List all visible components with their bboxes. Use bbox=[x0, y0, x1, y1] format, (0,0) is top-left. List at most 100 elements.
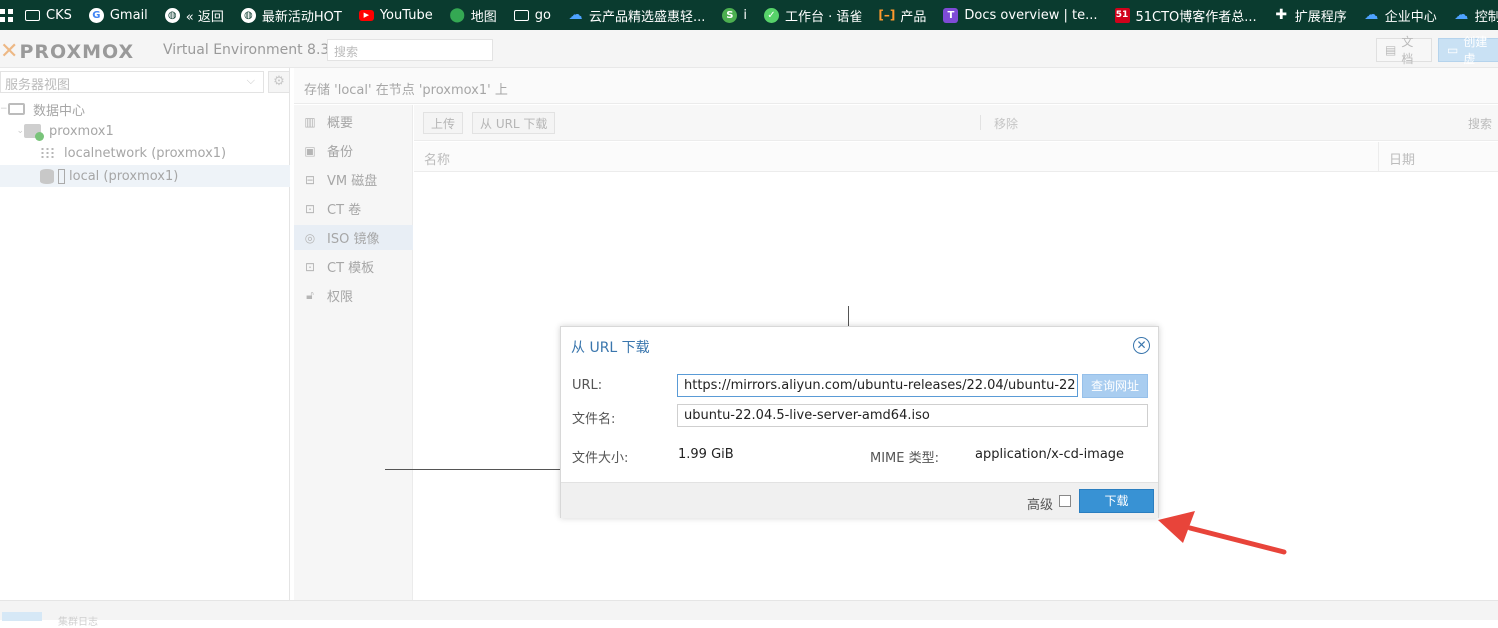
bookmark-go[interactable]: go bbox=[513, 8, 551, 23]
s-icon: S bbox=[722, 7, 738, 23]
bookmark-i[interactable]: Si bbox=[722, 7, 747, 23]
bookmark-label: Docs overview | te... bbox=[964, 7, 1098, 23]
advanced-label: 高级 bbox=[1027, 498, 1054, 513]
download-button[interactable]: 下载 bbox=[1079, 489, 1154, 513]
nav-label: ISO 镜像 bbox=[327, 232, 380, 247]
nav-vm-disks[interactable]: ⊟ VM 磁盘 bbox=[294, 167, 413, 192]
nav-ct-volumes[interactable]: ⊡ CT 卷 bbox=[294, 196, 413, 221]
nav-label: 备份 bbox=[327, 145, 354, 160]
file-size-label: 文件大小: bbox=[572, 451, 629, 466]
version-text: Virtual Environment 8.3.0 bbox=[163, 42, 343, 58]
bookmark-gmail[interactable]: G Gmail bbox=[88, 7, 148, 23]
mime-type-value: application/x-cd-image bbox=[975, 447, 1125, 462]
advanced-checkbox[interactable] bbox=[1059, 495, 1071, 507]
gear-icon[interactable]: ⚙ bbox=[268, 71, 290, 93]
bookmark-yuque[interactable]: ✓ 工作台 · 语雀 bbox=[763, 6, 862, 25]
bookmark-cloud-deals[interactable]: ☁ 云产品精选盛惠轻... bbox=[568, 6, 705, 25]
globe-icon: ◍ bbox=[240, 7, 256, 23]
server-online-icon bbox=[24, 124, 44, 141]
hdd-icon: ⊟ bbox=[304, 172, 316, 187]
bookmark-label: i bbox=[743, 7, 747, 23]
bookmark-hot[interactable]: ◍ 最新活动HOT bbox=[240, 6, 342, 25]
dialog-title: 从 URL 下载 bbox=[571, 340, 650, 356]
filename-field[interactable]: ubuntu-22.04.5-live-server-amd64.iso bbox=[677, 404, 1148, 427]
view-select[interactable]: 服务器视图 ⌵ bbox=[0, 71, 264, 93]
toolbar-divider bbox=[980, 115, 981, 130]
nav-ct-templates[interactable]: ⊡ CT 模板 bbox=[294, 254, 413, 279]
task-log-bar: 集群日志 bbox=[0, 600, 1498, 628]
bookmark-label: 51CTO博客作者总... bbox=[1135, 9, 1257, 25]
nav-permissions[interactable]: 🔓︎ 权限 bbox=[294, 283, 413, 308]
globe-icon: ◍ bbox=[164, 7, 180, 23]
extension-icon: ✚ bbox=[1275, 7, 1288, 23]
bookmark-label: YouTube bbox=[379, 7, 433, 23]
datacenter-icon bbox=[8, 103, 25, 115]
resource-tree: 服务器视图 ⌵ ⚙ − 数据中心 ⌄ proxmox1 localnetwork … bbox=[0, 68, 290, 600]
bookmark-label: CKS bbox=[46, 7, 72, 23]
tab-cluster-log[interactable]: 集群日志 bbox=[58, 613, 98, 628]
bookmark-label: 企业中心 bbox=[1384, 9, 1437, 25]
bookmark-maps[interactable]: ⬤ 地图 bbox=[449, 6, 496, 25]
bookmark-enterprise[interactable]: ☁ 企业中心 bbox=[1364, 6, 1437, 25]
tree-item-label: proxmox1 bbox=[49, 123, 114, 139]
upload-button[interactable]: 上传 bbox=[423, 112, 464, 134]
bookmarks-bar: CKS G Gmail ◍ « 返回 ◍ 最新活动HOT ▶ YouTube ⬤ 地图 g… bbox=[0, 0, 1498, 30]
download-url-dialog: 从 URL 下载 ✕ URL: https://mirrors.aliyun.c… bbox=[560, 326, 1159, 518]
create-vm-button[interactable]: ▭ 创建虚 bbox=[1438, 35, 1498, 66]
51cto-icon: 51 bbox=[1114, 7, 1130, 23]
tree-item-label: localnetwork (proxmox1) bbox=[64, 145, 227, 161]
yuque-icon: ✓ bbox=[763, 7, 779, 23]
collapse-icon[interactable]: − bbox=[0, 104, 8, 114]
download-from-url-button[interactable]: 从 URL 下载 bbox=[472, 112, 556, 134]
google-icon: G bbox=[88, 7, 104, 23]
apps-grid-icon[interactable] bbox=[0, 8, 13, 22]
bookmark-console[interactable]: ☁ 控制台 bbox=[1454, 6, 1498, 25]
bookmark-docs[interactable]: T Docs overview | te... bbox=[943, 7, 1098, 23]
column-header-name[interactable]: 名称 bbox=[424, 149, 450, 168]
tree-item-label: 数据中心 bbox=[33, 103, 86, 119]
nav-backup[interactable]: ▣ 备份 bbox=[294, 138, 413, 163]
focus-marker bbox=[58, 168, 65, 184]
bookmark-youtube[interactable]: ▶ YouTube bbox=[358, 7, 433, 23]
bookmark-label: « 返回 bbox=[185, 9, 224, 25]
tree-item-node[interactable]: ⌄ proxmox1 bbox=[0, 120, 290, 142]
remove-button[interactable]: 移除 bbox=[994, 115, 1018, 132]
tree-item-datacenter[interactable]: − 数据中心 bbox=[0, 98, 290, 120]
nav-label: 概要 bbox=[327, 116, 354, 131]
docs-label: 文档 bbox=[1401, 35, 1414, 66]
query-url-button[interactable]: 查询网址 bbox=[1082, 374, 1148, 398]
nav-label: CT 卷 bbox=[327, 203, 362, 218]
header-search-input[interactable]: 搜索 bbox=[327, 39, 493, 61]
bookmark-product[interactable]: [–] 产品 bbox=[878, 6, 927, 25]
bookmark-51cto[interactable]: 51 51CTO博客作者总... bbox=[1114, 6, 1257, 25]
column-header-date[interactable]: 日期 bbox=[1389, 149, 1415, 168]
close-icon[interactable]: ✕ bbox=[1133, 337, 1150, 354]
docs-icon: T bbox=[943, 7, 959, 23]
folder-icon bbox=[25, 9, 40, 21]
column-divider bbox=[1378, 142, 1379, 172]
monitor-icon: ▭ bbox=[1447, 43, 1459, 57]
bookmark-back[interactable]: ◍ « 返回 bbox=[164, 6, 224, 25]
ct-volume-icon: ⊡ bbox=[304, 201, 316, 216]
url-field[interactable]: https://mirrors.aliyun.com/ubuntu-releas… bbox=[677, 374, 1078, 397]
annotation-arrow-icon bbox=[1158, 511, 1287, 555]
nav-summary[interactable]: ▥ 概要 bbox=[294, 109, 413, 134]
bookmark-extensions[interactable]: ✚ 扩展程序 bbox=[1274, 6, 1346, 25]
docs-button[interactable]: ▤ 文档 bbox=[1376, 35, 1432, 66]
nav-iso-images[interactable]: ◎ ISO 镜像 bbox=[294, 225, 413, 250]
ct-template-icon: ⊡ bbox=[304, 259, 316, 274]
proxmox-logo: ✕ PROXMOX bbox=[0, 39, 135, 64]
view-select-value: 服务器视图 bbox=[5, 78, 71, 93]
tree-item-network[interactable]: localnetwork (proxmox1) bbox=[0, 142, 290, 164]
nav-label: CT 模板 bbox=[327, 261, 375, 276]
network-grid-icon bbox=[40, 147, 56, 159]
folder-icon bbox=[513, 9, 529, 21]
bookmark-cks[interactable]: CKS bbox=[25, 8, 72, 23]
cloud-icon: ☁ bbox=[1364, 7, 1379, 23]
tree-item-storage-local[interactable]: local (proxmox1) bbox=[0, 165, 290, 187]
collapse-icon[interactable]: ⌄ bbox=[0, 126, 24, 136]
grid-header: 名称 日期 bbox=[414, 142, 1498, 172]
bookmark-label: 产品 bbox=[900, 9, 927, 25]
proxmox-x-icon: ✕ bbox=[0, 39, 20, 64]
youtube-icon: ▶ bbox=[358, 9, 374, 21]
